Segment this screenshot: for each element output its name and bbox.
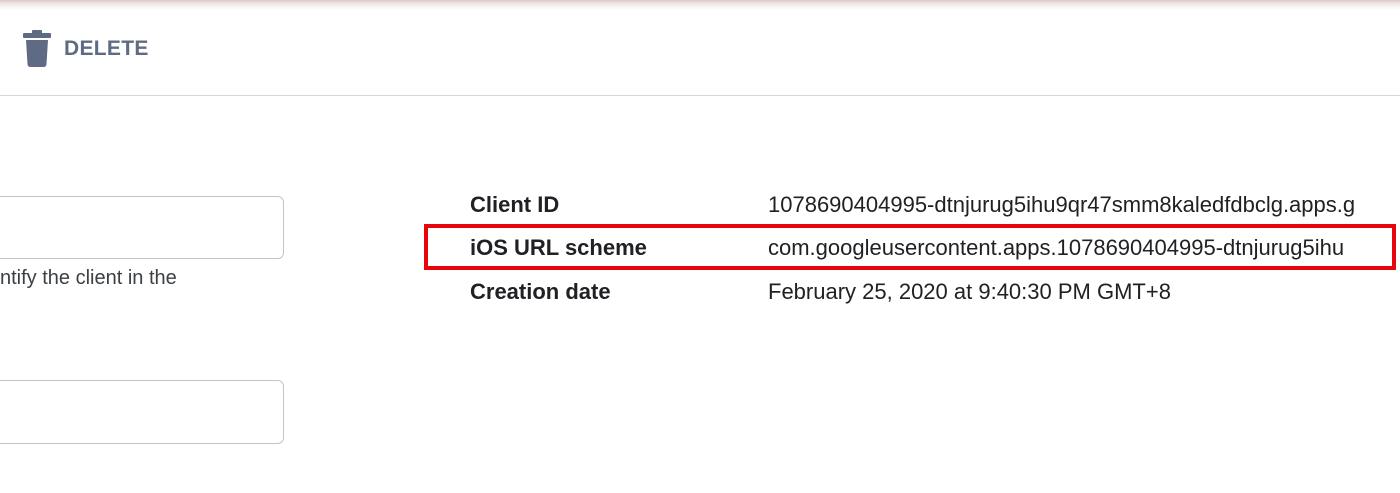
ios-url-scheme-row: iOS URL scheme com.googleusercontent.app… [470,233,1398,263]
creation-date-value: February 25, 2020 at 9:40:30 PM GMT+8 [768,279,1171,304]
creation-date-row: Creation date February 25, 2020 at 9:40:… [470,277,1171,307]
client-id-row: Client ID 1078690404995-dtnjurug5ihu9qr4… [470,190,1398,220]
toolbar: DELETE [0,10,1400,96]
delete-button-label: DELETE [64,37,149,60]
client-id-value: 1078690404995-dtnjurug5ihu9qr47smm8kaled… [768,192,1356,217]
ios-url-scheme-value: com.googleusercontent.apps.1078690404995… [768,235,1345,260]
delete-button[interactable]: DELETE [20,30,149,68]
bundle-id-input[interactable] [0,380,284,444]
creation-date-label: Creation date [470,279,611,304]
name-input[interactable] [0,196,284,259]
client-id-label: Client ID [470,192,560,217]
name-helper-text: ntify the client in the [0,267,177,289]
top-edge-shadow [0,0,1400,10]
trash-icon [20,30,54,68]
ios-url-scheme-label: iOS URL scheme [470,235,647,260]
